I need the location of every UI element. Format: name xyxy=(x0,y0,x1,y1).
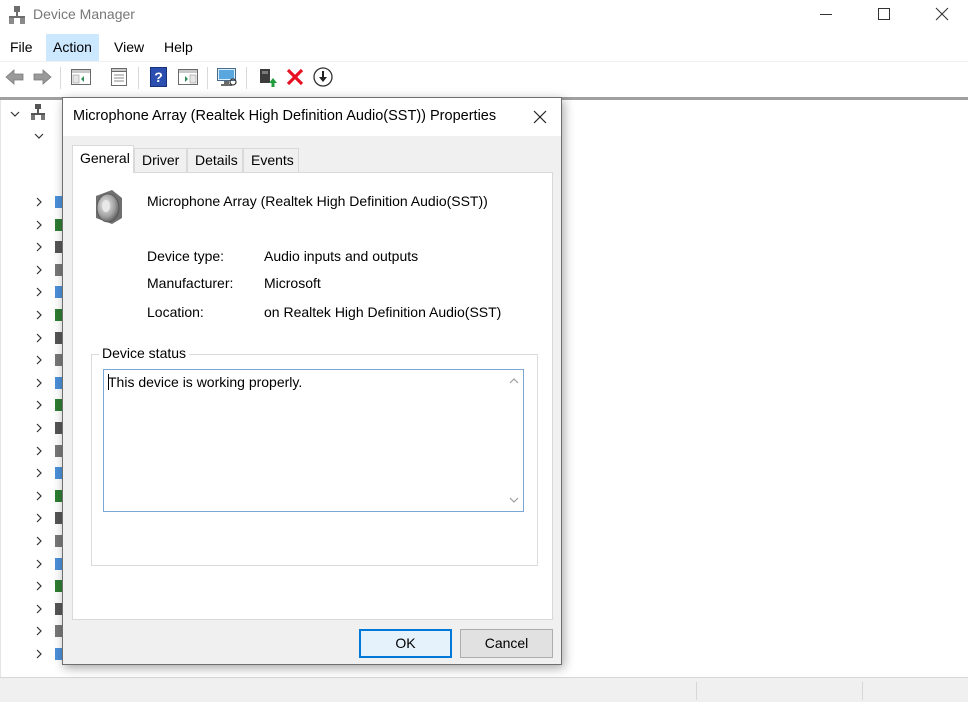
scroll-down-icon[interactable] xyxy=(509,495,519,505)
window-titlebar: Device Manager xyxy=(0,0,968,30)
forward-arrow-icon[interactable] xyxy=(30,65,54,89)
general-tab-panel: Microphone Array (Realtek High Definitio… xyxy=(72,172,553,620)
tab-driver[interactable]: Driver xyxy=(134,148,187,172)
chevron-right-icon[interactable] xyxy=(34,355,44,365)
show-hide-console-tree-icon[interactable] xyxy=(69,65,93,89)
tab-events[interactable]: Events xyxy=(243,148,299,172)
svg-text:?: ? xyxy=(154,69,163,85)
chevron-down-icon[interactable] xyxy=(34,131,44,141)
back-arrow-icon[interactable] xyxy=(3,65,27,89)
chevron-right-icon[interactable] xyxy=(34,468,44,478)
properties-icon[interactable] xyxy=(107,65,131,89)
chevron-right-icon[interactable] xyxy=(34,491,44,501)
device-name: Microphone Array (Realtek High Definitio… xyxy=(147,193,488,209)
toolbar: ? xyxy=(0,62,968,94)
location-value: on Realtek High Definition Audio(SST) xyxy=(264,304,502,320)
window-title: Device Manager xyxy=(33,6,135,22)
manufacturer-value: Microsoft xyxy=(264,275,321,291)
show-action-pane-icon[interactable] xyxy=(176,65,200,89)
chevron-right-icon[interactable] xyxy=(34,536,44,546)
chevron-right-icon[interactable] xyxy=(34,197,44,207)
location-label: Location: xyxy=(147,304,204,320)
scan-hardware-icon[interactable] xyxy=(215,65,239,89)
chevron-right-icon[interactable] xyxy=(34,513,44,523)
toolbar-divider xyxy=(207,67,208,89)
computer-icon xyxy=(31,104,45,120)
tab-general[interactable]: General xyxy=(72,145,134,173)
manufacturer-label: Manufacturer: xyxy=(147,275,234,291)
dialog-close-icon[interactable] xyxy=(521,104,559,130)
update-driver-icon[interactable] xyxy=(255,65,279,89)
device-status-textbox[interactable]: This device is working properly. xyxy=(103,369,524,512)
chevron-right-icon[interactable] xyxy=(34,265,44,275)
ok-button[interactable]: OK xyxy=(359,629,452,658)
menu-bar: File Action View Help xyxy=(0,34,968,61)
menu-file[interactable]: File xyxy=(3,34,40,61)
uninstall-device-icon[interactable] xyxy=(283,65,307,89)
menu-help[interactable]: Help xyxy=(157,34,200,61)
toolbar-divider xyxy=(246,67,247,89)
device-status-group: Device status This device is working pro… xyxy=(91,345,538,566)
speaker-icon xyxy=(96,190,122,224)
chevron-right-icon[interactable] xyxy=(34,649,44,659)
chevron-right-icon[interactable] xyxy=(34,310,44,320)
menu-view[interactable]: View xyxy=(107,34,151,61)
device-type-value: Audio inputs and outputs xyxy=(264,248,419,264)
status-bar-divider xyxy=(862,682,863,700)
chevron-right-icon[interactable] xyxy=(34,378,44,388)
chevron-right-icon[interactable] xyxy=(34,220,44,230)
help-icon[interactable]: ? xyxy=(147,65,171,89)
chevron-right-icon[interactable] xyxy=(34,604,44,614)
chevron-right-icon[interactable] xyxy=(34,446,44,456)
chevron-right-icon[interactable] xyxy=(34,333,44,343)
chevron-right-icon[interactable] xyxy=(34,581,44,591)
chevron-right-icon[interactable] xyxy=(34,626,44,636)
toolbar-divider xyxy=(138,67,139,89)
menu-action[interactable]: Action xyxy=(46,34,99,61)
device-status-title: Device status xyxy=(99,345,190,361)
scroll-up-icon[interactable] xyxy=(509,376,519,386)
device-status-text: This device is working properly. xyxy=(108,374,303,390)
status-bar-divider xyxy=(696,682,697,700)
disable-device-icon[interactable] xyxy=(311,65,335,89)
close-icon[interactable] xyxy=(913,0,968,30)
device-manager-icon xyxy=(9,6,25,24)
device-type-label: Device type: xyxy=(147,248,225,264)
chevron-right-icon[interactable] xyxy=(34,287,44,297)
dialog-title: Microphone Array (Realtek High Definitio… xyxy=(73,108,497,124)
dialog-titlebar: Microphone Array (Realtek High Definitio… xyxy=(63,98,561,136)
chevron-right-icon[interactable] xyxy=(34,559,44,569)
chevron-right-icon[interactable] xyxy=(34,423,44,433)
maximize-icon[interactable] xyxy=(855,0,913,30)
minimize-icon[interactable] xyxy=(797,0,855,30)
toolbar-divider xyxy=(60,67,61,89)
status-bar xyxy=(0,677,968,702)
tab-details[interactable]: Details xyxy=(187,148,243,172)
cancel-button[interactable]: Cancel xyxy=(460,629,553,658)
chevron-right-icon[interactable] xyxy=(34,242,44,252)
chevron-right-icon[interactable] xyxy=(34,400,44,410)
properties-dialog: Microphone Array (Realtek High Definitio… xyxy=(62,97,562,665)
chevron-down-icon[interactable] xyxy=(10,109,20,119)
